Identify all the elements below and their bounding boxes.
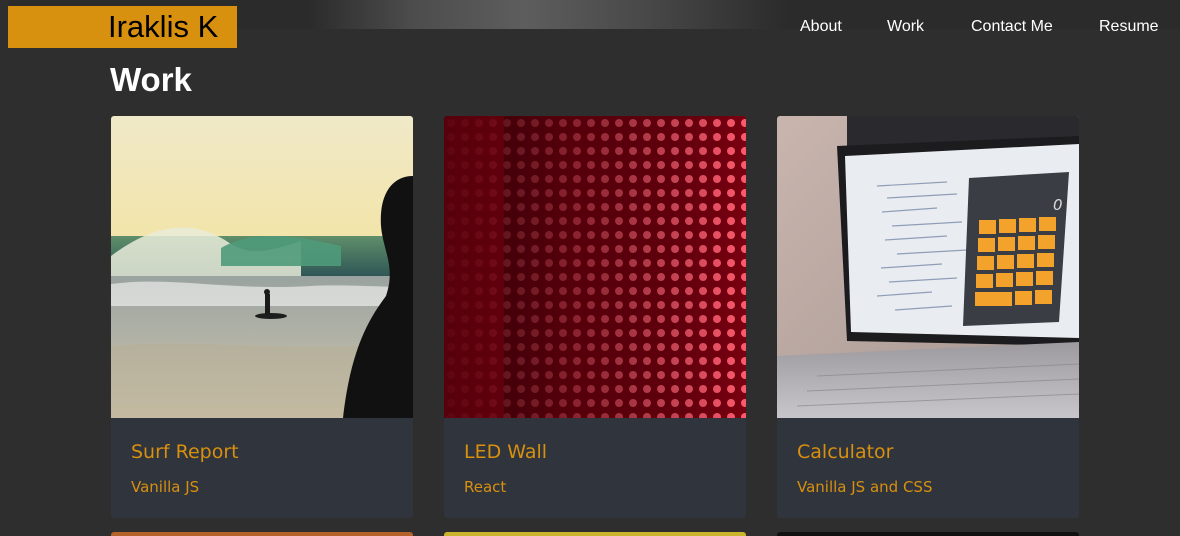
laptop-calculator-code-photo: 0 (777, 116, 1079, 418)
project-card-calculator[interactable]: 0 Calculator Vanilla JS and CSS (777, 116, 1079, 518)
nav-link-about[interactable]: About (800, 17, 842, 37)
project-card-surf-report[interactable]: Surf Report Vanilla JS (111, 116, 413, 518)
project-tech: Vanilla JS and CSS (797, 478, 933, 496)
page-title: Work (110, 61, 192, 98)
project-tech: React (464, 478, 507, 496)
red-led-wall-photo (444, 116, 746, 418)
nav-link-contact[interactable]: Contact Me (971, 17, 1053, 37)
project-title: LED Wall (464, 441, 548, 463)
project-title: Surf Report (131, 441, 239, 463)
svg-text:0: 0 (1053, 196, 1063, 214)
project-card-peek[interactable] (444, 532, 746, 536)
nav-link-resume[interactable]: Resume (1099, 17, 1159, 37)
main-nav: About Work Contact Me Resume (0, 17, 1180, 39)
project-title: Calculator (797, 441, 894, 463)
surfer-at-sunset-photo (111, 116, 413, 418)
project-card-peek[interactable] (111, 532, 413, 536)
project-card-peek[interactable] (777, 532, 1079, 536)
project-tech: Vanilla JS (131, 478, 200, 496)
project-card-led-wall[interactable]: LED Wall React (444, 116, 746, 518)
nav-link-work[interactable]: Work (887, 17, 924, 37)
